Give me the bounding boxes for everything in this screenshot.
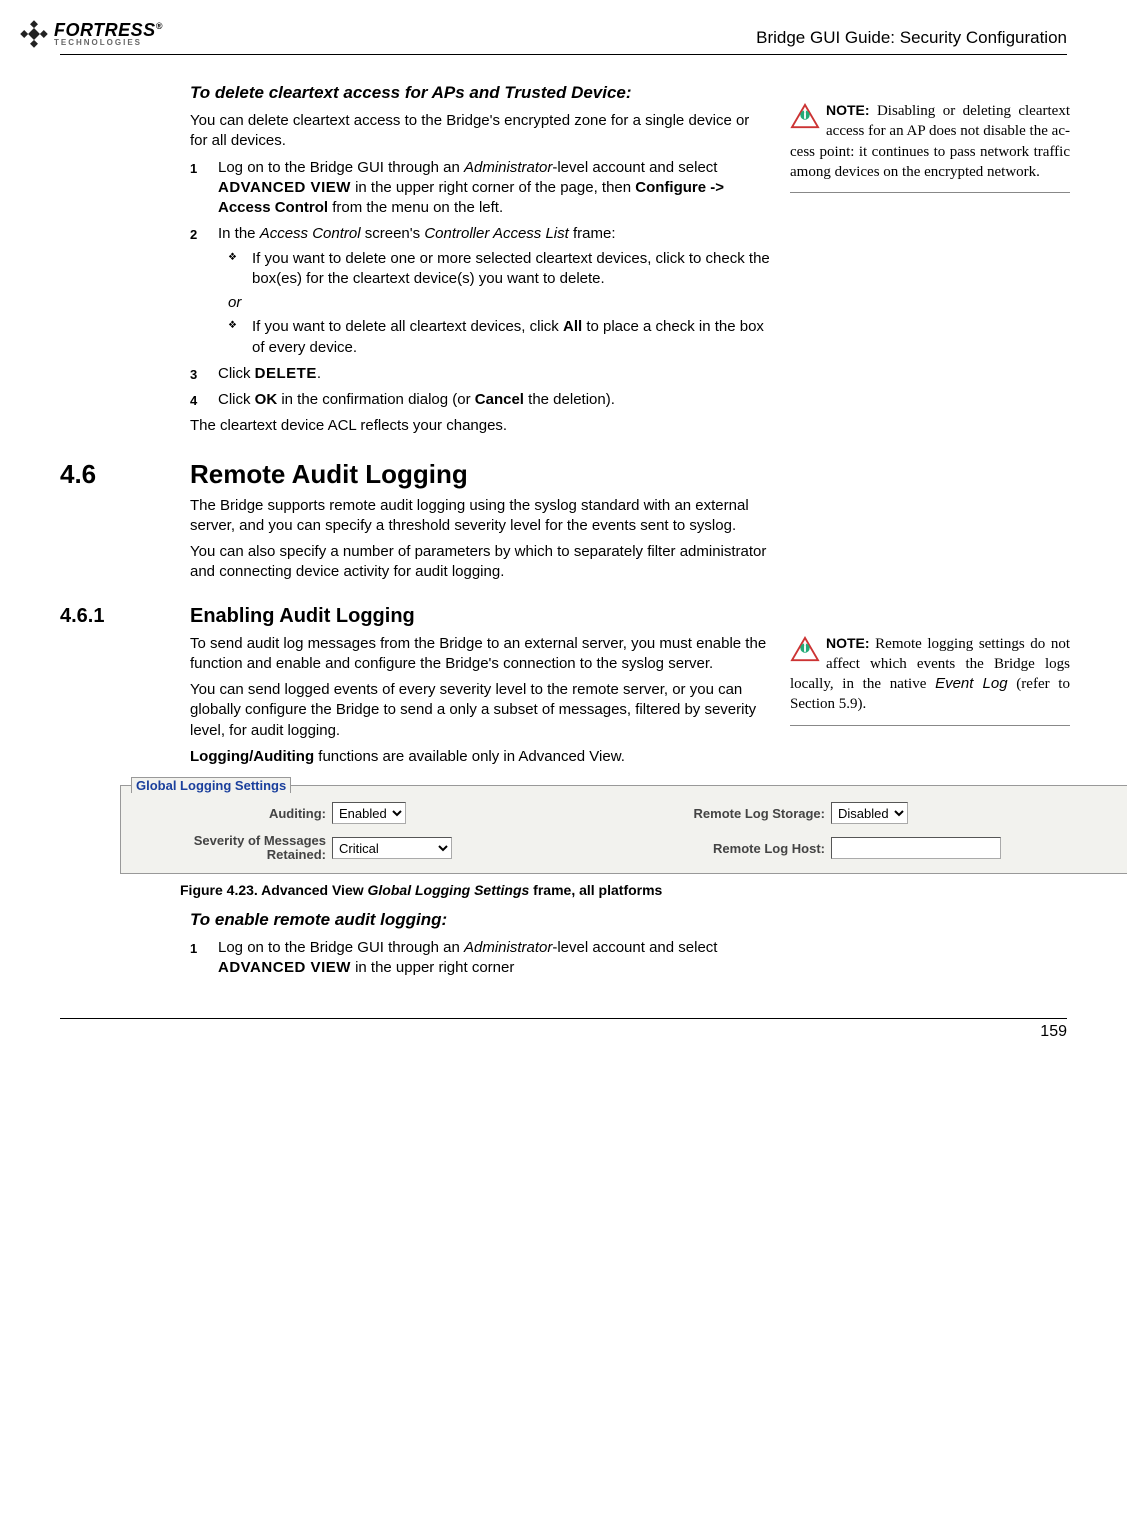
proc1-step-4: Click OK in the confirmation dialog (or … <box>190 390 770 410</box>
warning-info-icon <box>790 636 820 662</box>
sec461-p3: Logging/Auditing functions are available… <box>190 747 770 767</box>
sec46-p2: You can also specify a number of paramet… <box>190 542 770 583</box>
note-remote-logging: NOTE: Remote log­ging settings do not af… <box>790 634 1070 726</box>
note-eventlog: Event Log <box>935 675 1008 692</box>
logo-icon <box>20 20 48 48</box>
auditing-label: Auditing: <box>131 806 332 821</box>
note-disabling-cleartext: NOTE: Disabling or deleting cleart­ext a… <box>790 101 1070 193</box>
brand-logo: FORTRESS® TECHNOLOGIES <box>20 20 163 48</box>
warning-info-icon <box>790 103 820 129</box>
proc1-intro: You can delete cleartext access to the B… <box>190 111 770 152</box>
proc1-steps: Log on to the Bridge GUI through an Admi… <box>190 158 770 411</box>
section-number: 4.6 <box>60 459 190 490</box>
sec46-p1: The Bridge supports remote audit logging… <box>190 496 770 537</box>
note-label: NOTE: <box>826 102 870 118</box>
remote-log-host-label: Remote Log Host: <box>630 841 831 856</box>
figure-caption: Figure 4.23. Advanced View Global Loggin… <box>180 882 1067 898</box>
proc2-step-1: Log on to the Bridge GUI through an Admi… <box>190 938 770 979</box>
section-title: Enabling Audit Logging <box>190 605 415 628</box>
note-label: NOTE: <box>826 635 870 651</box>
remote-log-storage-label: Remote Log Storage: <box>630 806 831 821</box>
proc2-steps: Log on to the Bridge GUI through an Admi… <box>190 938 770 979</box>
proc1-step-1: Log on to the Bridge GUI through an Admi… <box>190 158 770 219</box>
page-header: FORTRESS® TECHNOLOGIES Bridge GUI Guide:… <box>60 20 1067 55</box>
sec461-p2: You can send logged events of every seve… <box>190 680 770 741</box>
section-title: Remote Audit Logging <box>190 459 468 490</box>
severity-select[interactable]: Critical <box>332 837 452 859</box>
proc1-outro: The cleartext device ACL reflects your c… <box>190 416 770 436</box>
page-number: 159 <box>1040 1023 1067 1040</box>
severity-label: Severity of Messages Retained: <box>131 834 332 863</box>
proc1-step-2: In the Access Control screen's Controlle… <box>190 224 770 358</box>
proc1-sub-1: If you want to delete one or more select… <box>228 249 770 290</box>
section-4-6-1-heading: 4.6.1 Enabling Audit Logging <box>60 605 1067 628</box>
proc1-step-3: Click DELETE. <box>190 364 770 384</box>
global-logging-settings-panel: Global Logging Settings Auditing: Enable… <box>120 785 1127 874</box>
page-footer: 159 <box>60 1018 1067 1041</box>
brand-name: FORTRESS <box>54 20 156 40</box>
proc1-sub-2: If you want to delete all cleartext devi… <box>228 317 770 358</box>
section-4-6-heading: 4.6 Remote Audit Logging <box>60 459 1067 490</box>
panel-title: Global Logging Settings <box>131 777 291 793</box>
proc1-or: or <box>228 293 770 313</box>
remote-log-storage-select[interactable]: Disabled <box>831 802 908 824</box>
doc-title: Bridge GUI Guide: Security Configuration <box>756 28 1067 48</box>
section-number: 4.6.1 <box>60 605 190 628</box>
brand-subtitle: TECHNOLOGIES <box>54 39 163 47</box>
procedure-heading-enable-remote-audit: To enable remote audit logging: <box>190 910 770 930</box>
auditing-select[interactable]: Enabled <box>332 802 406 824</box>
sec461-p1: To send audit log messages from the Brid… <box>190 634 770 675</box>
remote-log-host-input[interactable] <box>831 837 1001 859</box>
procedure-heading-delete-cleartext: To delete cleartext access for APs and T… <box>190 83 770 103</box>
brand-registered: ® <box>156 21 163 31</box>
